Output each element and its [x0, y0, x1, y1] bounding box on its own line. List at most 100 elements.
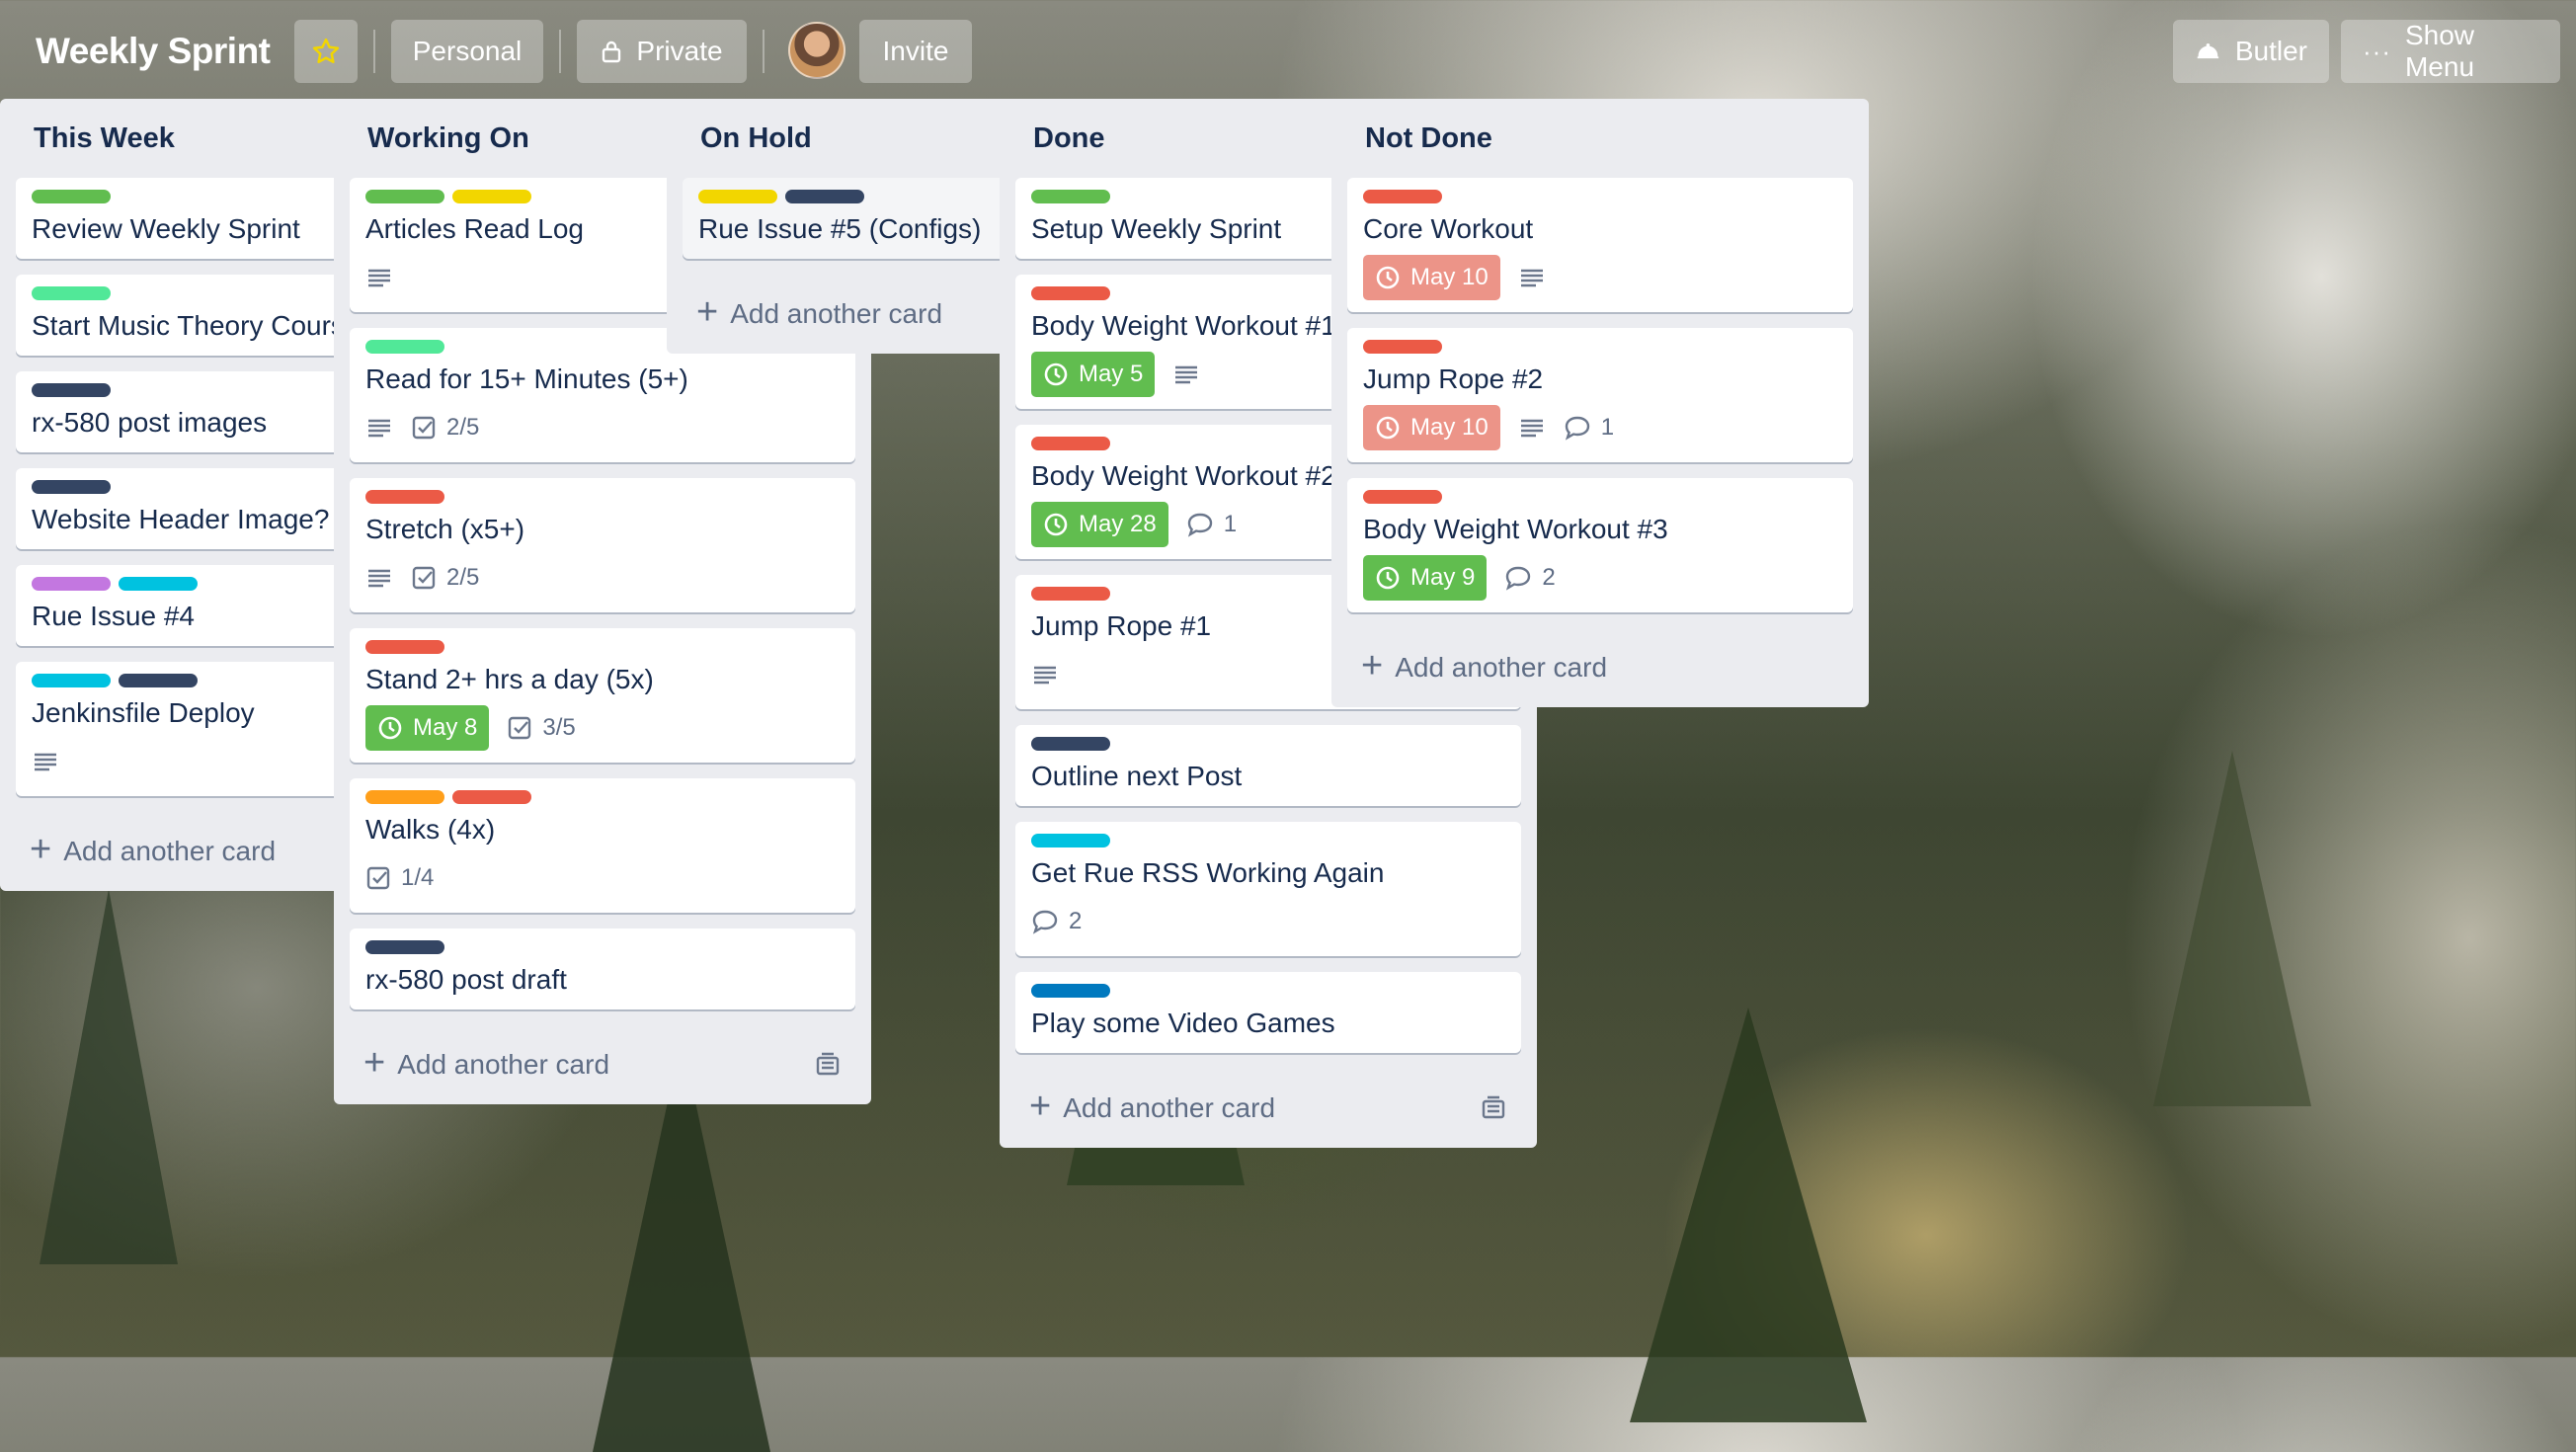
label-green[interactable]: [32, 190, 111, 203]
description-icon: [1518, 266, 1546, 289]
card-title: Play some Video Games: [1031, 1008, 1335, 1038]
label-red[interactable]: [365, 640, 444, 654]
board-title[interactable]: Weekly Sprint: [36, 22, 271, 81]
comment-icon: [1564, 415, 1591, 441]
comments-count: 2: [1069, 908, 1083, 934]
label-red[interactable]: [365, 490, 444, 504]
card-title: Read for 15+ Minutes (5+): [365, 363, 688, 394]
label-red[interactable]: [1031, 587, 1110, 601]
card[interactable]: rx-580 post draft: [350, 928, 855, 1009]
card[interactable]: Core Workout May 10: [1347, 178, 1853, 312]
label-lime[interactable]: [365, 340, 444, 354]
member-avatar[interactable]: [788, 22, 845, 79]
lock-icon: [603, 40, 621, 63]
plus-icon: +: [1029, 1086, 1052, 1127]
checklist-badge: 2/5: [411, 564, 479, 592]
label-black[interactable]: [32, 480, 111, 494]
add-card-button[interactable]: + Add another card: [350, 1025, 855, 1104]
star-icon: [312, 38, 340, 63]
label-sky[interactable]: [32, 674, 111, 687]
list-title[interactable]: On Hold: [700, 122, 812, 155]
card-badges: May 8 3/5: [365, 705, 840, 751]
card[interactable]: Jump Rope #2 May 10 1: [1347, 328, 1853, 462]
label-black[interactable]: [119, 674, 198, 687]
add-card-label-group: + Add another card: [696, 293, 942, 331]
checklist-count: 2/5: [446, 414, 480, 441]
header-divider: [763, 30, 765, 73]
checklist-badge: 1/4: [365, 864, 434, 892]
label-red[interactable]: [1363, 340, 1442, 354]
due-date-badge[interactable]: May 10: [1363, 405, 1500, 450]
card[interactable]: Play some Video Games: [1015, 972, 1521, 1053]
label-blue[interactable]: [1031, 984, 1110, 998]
due-date-badge[interactable]: May 8: [365, 705, 490, 751]
star-button[interactable]: [294, 20, 358, 83]
label-yellow[interactable]: [452, 190, 531, 203]
card[interactable]: Body Weight Workout #3 May 9 2: [1347, 478, 1853, 612]
add-card-button[interactable]: + Add another card: [1347, 628, 1853, 707]
card-template-icon[interactable]: [814, 1052, 842, 1078]
card-title: Walks (4x): [365, 814, 496, 845]
list-title[interactable]: Not Done: [1365, 122, 1492, 155]
show-menu-label: Show Menu: [2404, 20, 2475, 82]
clock-icon: [1043, 362, 1069, 387]
label-yellow[interactable]: [698, 190, 777, 203]
label-sky[interactable]: [1031, 834, 1110, 847]
show-menu-button[interactable]: ··· Show Menu: [2341, 20, 2560, 83]
butler-button[interactable]: Butler: [2173, 20, 2329, 83]
list-title[interactable]: This Week: [34, 122, 175, 155]
due-date-badge[interactable]: May 9: [1363, 555, 1488, 601]
card-template-icon[interactable]: [1480, 1095, 1507, 1121]
add-card-label: Add another card: [63, 836, 277, 866]
label-sky[interactable]: [119, 577, 198, 591]
label-black[interactable]: [1031, 737, 1110, 751]
description-icon: [32, 750, 59, 773]
label-lime[interactable]: [32, 286, 111, 300]
due-date-text: May 8: [413, 714, 478, 741]
label-red[interactable]: [1363, 190, 1442, 203]
label-black[interactable]: [365, 940, 444, 954]
label-red[interactable]: [1031, 437, 1110, 450]
due-date-badge[interactable]: May 10: [1363, 255, 1500, 300]
label-black[interactable]: [32, 383, 111, 397]
label-green[interactable]: [1031, 190, 1110, 203]
label-purple[interactable]: [32, 577, 111, 591]
due-date-badge[interactable]: May 5: [1031, 352, 1156, 397]
label-red[interactable]: [1031, 286, 1110, 300]
team-visibility-button[interactable]: Personal: [391, 20, 543, 83]
invite-label: Invite: [882, 36, 949, 66]
add-card-button[interactable]: + Add another card: [1015, 1069, 1521, 1148]
card-labels: [1031, 737, 1505, 753]
card-labels: [1363, 340, 1837, 356]
due-date-badge[interactable]: May 28: [1031, 502, 1168, 547]
label-red[interactable]: [1363, 490, 1442, 504]
list-title[interactable]: Working On: [367, 122, 529, 155]
label-orange[interactable]: [365, 790, 444, 804]
card[interactable]: Walks (4x) 1/4: [350, 778, 855, 913]
invite-button[interactable]: Invite: [859, 20, 972, 83]
checklist-count: 3/5: [542, 714, 576, 741]
butler-label: Butler: [2234, 36, 2307, 66]
label-red[interactable]: [452, 790, 531, 804]
description-badge: [1518, 266, 1546, 289]
description-icon: [365, 416, 393, 440]
card-title: Get Rue RSS Working Again: [1031, 857, 1385, 888]
list-title[interactable]: Done: [1033, 122, 1105, 155]
plus-icon: +: [363, 1042, 386, 1084]
comment-icon: [1186, 512, 1214, 537]
label-black[interactable]: [785, 190, 864, 203]
card[interactable]: Stand 2+ hrs a day (5x) May 8 3/5: [350, 628, 855, 763]
privacy-button[interactable]: Private: [577, 20, 747, 83]
plus-icon: +: [1361, 645, 1384, 686]
card[interactable]: Outline next Post: [1015, 725, 1521, 806]
description-icon: [1172, 363, 1200, 386]
add-card-label-group: + Add another card: [1361, 647, 1607, 685]
header-divider: [373, 30, 375, 73]
card-badges: May 10 1: [1363, 405, 1837, 450]
card-title: Jump Rope #2: [1363, 363, 1544, 394]
card[interactable]: Stretch (x5+) 2/5: [350, 478, 855, 612]
description-badge: [1031, 663, 1059, 686]
card[interactable]: Get Rue RSS Working Again 2: [1015, 822, 1521, 956]
label-green[interactable]: [365, 190, 444, 203]
more-icon: ···: [2363, 36, 2391, 66]
